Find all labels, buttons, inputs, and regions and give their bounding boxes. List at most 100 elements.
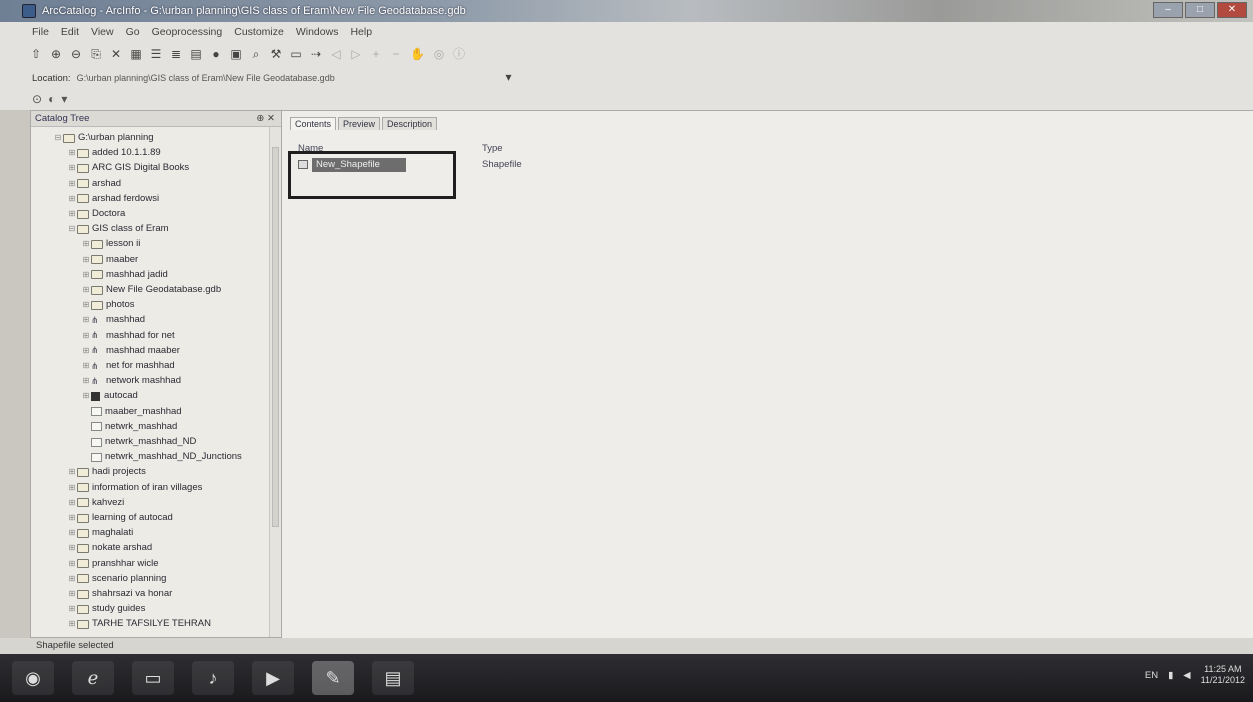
language-indicator[interactable]: EN: [1145, 670, 1158, 681]
maximize-button[interactable]: □: [1185, 2, 1215, 18]
tree-expander-icon[interactable]: ⊞: [81, 237, 91, 251]
connect-folder-icon[interactable]: ⊕: [50, 47, 62, 63]
tree-expander-icon[interactable]: ⊞: [67, 617, 77, 631]
tree-expander-icon[interactable]: ⊞: [81, 268, 91, 282]
tree-item[interactable]: ⊞ nokate arshad: [67, 541, 153, 555]
tree-expander-icon[interactable]: ⊞: [81, 329, 91, 343]
zoom-out-icon[interactable]: −: [390, 47, 402, 63]
tree-item[interactable]: ⊞ lesson ii: [81, 237, 141, 251]
tree-expander-icon[interactable]: ⊞: [81, 374, 91, 388]
menu-view[interactable]: View: [91, 26, 114, 38]
copy-icon[interactable]: ⎘: [90, 47, 102, 63]
tab-description[interactable]: Description: [382, 117, 438, 130]
details-view-icon[interactable]: ≣: [170, 47, 182, 63]
tree-item[interactable]: ⊞ mashhad jadid: [81, 268, 168, 282]
tree-item[interactable]: ⊞ learning of autocad: [67, 511, 173, 525]
large-icons-view-icon[interactable]: ▦: [130, 47, 142, 63]
document-icon[interactable]: ▤: [372, 661, 414, 695]
tree-item[interactable]: ⊞ scenario planning: [67, 572, 167, 586]
tree-expander-icon[interactable]: ⊞: [67, 207, 77, 221]
tree-expander-icon[interactable]: ⊞: [67, 481, 77, 495]
tree-item[interactable]: ⊞ New File Geodatabase.gdb: [81, 283, 222, 297]
tree-item[interactable]: ⊞ maaber: [81, 253, 139, 267]
tree-item[interactable]: ⊞ hadi projects: [67, 465, 146, 479]
minimize-button[interactable]: –: [1153, 2, 1183, 18]
tree-scrollbar[interactable]: [269, 127, 281, 637]
pan-icon[interactable]: ✋: [410, 47, 425, 63]
tree-item[interactable]: ⊞ ARC GIS Digital Books: [67, 161, 190, 175]
pin-icon[interactable]: ⊕: [256, 113, 264, 124]
tree-item[interactable]: ⊞ arshad ferdowsi: [67, 192, 159, 206]
tree-item[interactable]: netwrk_mashhad_ND: [81, 435, 196, 449]
tree-expander-icon[interactable]: ⊞: [67, 557, 77, 571]
tree-scroll-thumb[interactable]: [272, 147, 279, 527]
launch-arcmap-icon[interactable]: ●: [210, 47, 222, 63]
column-header-type[interactable]: Type: [482, 143, 503, 154]
menu-help[interactable]: Help: [350, 26, 372, 38]
tree-expander-icon[interactable]: ⊞: [67, 496, 77, 510]
close-window-button[interactable]: ✕: [1217, 2, 1247, 18]
clock[interactable]: 11:25 AM 11/21/2012: [1201, 664, 1245, 686]
identify-icon[interactable]: ⓘ: [453, 47, 465, 63]
tree-expander-icon[interactable]: ⊞: [67, 572, 77, 586]
tree-item[interactable]: ⊟ G:\urban planning: [53, 131, 154, 145]
tree-item[interactable]: ⊞ ⋔ net for mashhad: [81, 359, 175, 373]
tree-expander-icon[interactable]: ⊞: [67, 526, 77, 540]
menu-customize[interactable]: Customize: [234, 26, 284, 38]
tree-item[interactable]: ⊞ TARHE TAFSILYE TEHRAN: [67, 617, 211, 631]
tree-item[interactable]: ⊞ shahrsazi va honar: [67, 587, 173, 601]
tree-expander-icon[interactable]: ⊞: [67, 511, 77, 525]
tab-contents[interactable]: Contents: [290, 117, 337, 130]
volume-icon[interactable]: ◀: [1183, 670, 1190, 681]
tree-expander-icon[interactable]: ⊞: [67, 587, 77, 601]
menu-geoprocessing[interactable]: Geoprocessing: [152, 26, 223, 38]
model-builder-icon[interactable]: ⇢: [310, 47, 322, 63]
python-window-icon[interactable]: ▭: [290, 47, 302, 63]
location-input[interactable]: [76, 71, 497, 85]
player-icon[interactable]: ▶: [252, 661, 294, 695]
delete-icon[interactable]: ✕: [110, 47, 122, 63]
arccatalog-icon[interactable]: ✎: [312, 661, 354, 695]
media-icon[interactable]: ♪: [192, 661, 234, 695]
tree-expander-icon[interactable]: ⊞: [81, 389, 91, 403]
tree-expander-icon[interactable]: ⊞: [67, 602, 77, 616]
tree-item[interactable]: ⊞ information of iran villages: [67, 481, 203, 495]
tree-item[interactable]: ⊞ study guides: [67, 602, 146, 616]
up-one-level-icon[interactable]: ⇧: [30, 47, 42, 63]
disconnect-folder-icon[interactable]: ⊖: [70, 47, 82, 63]
start-orb-icon[interactable]: ◉: [12, 661, 54, 695]
tree-expander-icon[interactable]: ⊞: [81, 344, 91, 358]
browser-icon[interactable]: ℯ: [72, 661, 114, 695]
list-view-icon[interactable]: ☰: [150, 47, 162, 63]
tree-expander-icon[interactable]: ⊞: [67, 192, 77, 206]
tree-item[interactable]: ⊞ ⋔ network mashhad: [81, 374, 181, 388]
network-icon[interactable]: ▮: [1168, 670, 1173, 681]
tree-expander-icon[interactable]: ⊞: [67, 177, 77, 191]
zoom-in-icon[interactable]: +: [370, 47, 382, 63]
location-dropdown-icon[interactable]: ▾: [503, 70, 515, 86]
tree-expander-icon[interactable]: ⊟: [53, 131, 63, 145]
tree-expander-icon[interactable]: ⊞: [67, 146, 77, 160]
menu-file[interactable]: File: [32, 26, 49, 38]
close-pane-icon[interactable]: ✕: [267, 113, 275, 124]
full-extent-icon[interactable]: ◎: [433, 47, 445, 63]
tree-expander-icon[interactable]: ⊞: [81, 253, 91, 267]
tree-expander-icon[interactable]: ⊞: [67, 465, 77, 479]
navigate-icon[interactable]: ◐: [48, 92, 55, 106]
tree-item[interactable]: ⊞ autocad: [81, 389, 138, 403]
tree-expander-icon[interactable]: ⊞: [81, 298, 91, 312]
tree-item[interactable]: ⊞ photos: [81, 298, 135, 312]
tree-item[interactable]: maaber_mashhad: [81, 405, 182, 419]
tree-item[interactable]: ⊞ ⋔ mashhad: [81, 313, 145, 327]
tree-expander-icon[interactable]: ⊞: [67, 541, 77, 555]
navigate-back-icon[interactable]: ◁: [330, 47, 342, 63]
dropdown-icon[interactable]: ▾: [61, 92, 67, 106]
tree-item[interactable]: ⊞ Doctora: [67, 207, 126, 221]
tree-item[interactable]: ⊞ added 10.1.1.89: [67, 146, 161, 160]
tree-expander-icon[interactable]: ⊞: [81, 313, 91, 327]
tree-expander-icon[interactable]: ⊞: [81, 283, 91, 297]
tree-item[interactable]: ⊟ GIS class of Eram: [67, 222, 169, 236]
file-explorer-icon[interactable]: ▭: [132, 661, 174, 695]
tree-item[interactable]: ⊞ ⋔ mashhad maaber: [81, 344, 180, 358]
catalog-window-icon[interactable]: ▣: [230, 47, 242, 63]
